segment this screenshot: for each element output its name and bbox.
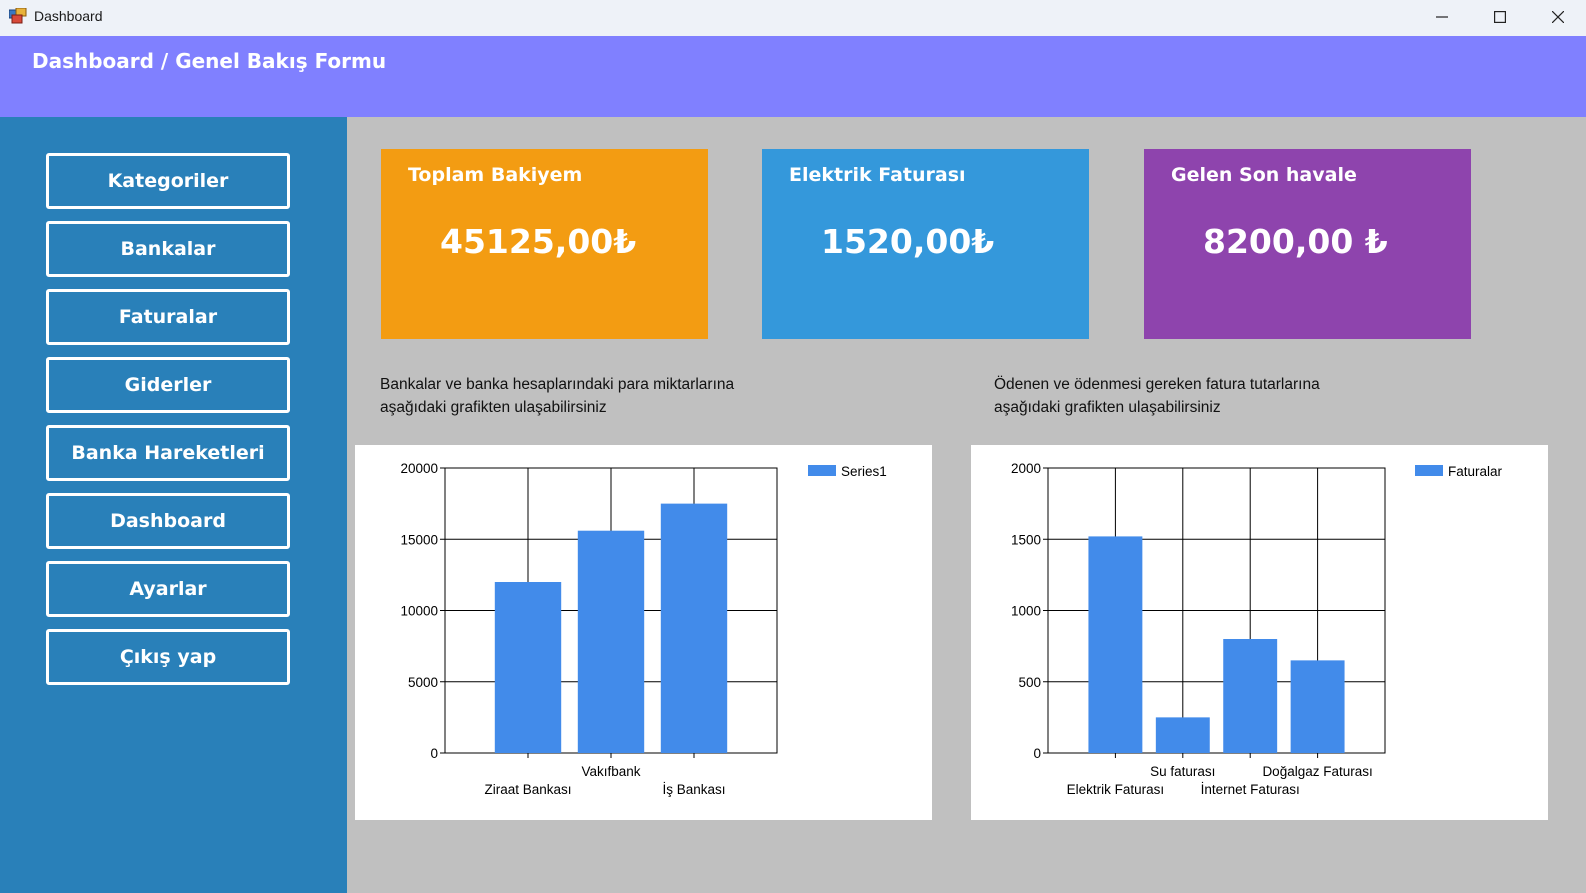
electric-bill-card: Elektrik Faturası 1520,00₺ [762, 149, 1089, 339]
minimize-button[interactable] [1413, 0, 1471, 33]
banks-description-line-2: aşağıdaki grafikten ulaşabilirsiniz [380, 399, 607, 416]
maximize-icon [1494, 10, 1506, 23]
page-header: Dashboard / Genel Bakış Formu [0, 36, 1586, 117]
bills-chart-category-label: Su faturası [1150, 764, 1215, 779]
banks-chart-bar [494, 582, 562, 753]
banks-chart-ytick-label: 20000 [400, 461, 438, 476]
maximize-button[interactable] [1471, 0, 1529, 33]
bills-chart-bar [1088, 536, 1143, 753]
balance-card: Toplam Bakiyem 45125,00₺ [381, 149, 708, 339]
sidebar-button-ayarlar[interactable]: Ayarlar [46, 561, 290, 617]
bills-chart-description: Ödenen ve ödenmesi gereken fatura tutarl… [994, 373, 1414, 419]
bills-chart-category-label: Elektrik Faturası [1067, 782, 1165, 797]
sidebar-button-kategoriler[interactable]: Kategoriler [46, 153, 290, 209]
bills-chart-ytick-label: 500 [1018, 675, 1041, 690]
bills-chart-legend-swatch [1415, 465, 1443, 476]
sidebar-button-logout[interactable]: Çıkış yap [46, 629, 290, 685]
banks-description-line-1: Bankalar ve banka hesaplarındaki para mi… [380, 376, 735, 393]
banks-chart-description: Bankalar ve banka hesaplarındaki para mi… [380, 373, 800, 419]
last-transfer-card-title: Gelen Son havale [1171, 164, 1357, 186]
app-icon [9, 8, 27, 24]
bills-chart-ytick-label: 1000 [1011, 604, 1041, 619]
bills-chart-category-label: İnternet Faturası [1201, 782, 1300, 797]
banks-chart-category-label: Ziraat Bankası [484, 782, 571, 797]
bills-chart-legend-label: Faturalar [1448, 464, 1503, 479]
electric-bill-card-value: 1520,00₺ [821, 222, 995, 261]
bills-chart: 0 500 1000 1500 2000 Elektrik Faturası Su fatu… [971, 445, 1548, 820]
bills-chart-ytick-label: 2000 [1011, 461, 1041, 476]
bills-chart-bar [1290, 660, 1345, 753]
sidebar-button-faturalar[interactable]: Faturalar [46, 289, 290, 345]
minimize-icon [1436, 15, 1448, 18]
banks-chart-category-label: Vakıfbank [581, 764, 640, 779]
last-transfer-card-value: 8200,00 ₺ [1203, 222, 1388, 261]
close-icon [1552, 10, 1564, 23]
sidebar-button-dashboard[interactable]: Dashboard [46, 493, 290, 549]
bills-chart-bar [1223, 639, 1278, 753]
sidebar-button-giderler[interactable]: Giderler [46, 357, 290, 413]
electric-bill-card-title: Elektrik Faturası [789, 164, 966, 186]
banks-chart-ytick-label: 5000 [408, 675, 438, 690]
window-title: Dashboard [34, 8, 103, 24]
banks-chart-bar [660, 503, 728, 753]
bills-chart-svg: 0 500 1000 1500 2000 Elektrik Faturası Su fatu… [1011, 461, 1503, 797]
bills-description-line-2: aşağıdaki grafikten ulaşabilirsiniz [994, 399, 1221, 416]
balance-card-value: 45125,00₺ [440, 222, 637, 261]
banks-chart-category-label: İş Bankası [662, 782, 725, 797]
bills-chart-bar [1155, 717, 1210, 753]
last-transfer-card: Gelen Son havale 8200,00 ₺ [1144, 149, 1471, 339]
banks-chart-legend-label: Series1 [841, 464, 887, 479]
main-panel: Toplam Bakiyem 45125,00₺ Elektrik Fatura… [347, 117, 1586, 893]
window-titlebar: Dashboard [0, 0, 1586, 36]
banks-chart-ytick-label: 0 [430, 746, 438, 761]
bills-description-line-1: Ödenen ve ödenmesi gereken fatura tutarl… [994, 376, 1320, 393]
sidebar-button-banka-hareketleri[interactable]: Banka Hareketleri [46, 425, 290, 481]
page-title: Dashboard / Genel Bakış Formu [32, 49, 387, 73]
banks-chart: 0 5000 10000 15000 20000 Ziraat Bankası Vakıfb… [355, 445, 932, 820]
balance-card-title: Toplam Bakiyem [408, 164, 583, 186]
banks-chart-ytick-label: 15000 [400, 532, 438, 547]
banks-chart-legend-swatch [808, 465, 836, 476]
bills-chart-category-label: Doğalgaz Faturası [1262, 764, 1372, 779]
banks-chart-ytick-label: 10000 [400, 604, 438, 619]
bills-chart-ytick-label: 0 [1033, 746, 1041, 761]
banks-chart-bar [577, 530, 645, 753]
banks-chart-svg: 0 5000 10000 15000 20000 Ziraat Bankası Vakıfb… [400, 461, 887, 797]
bills-chart-ytick-label: 1500 [1011, 532, 1041, 547]
sidebar-button-bankalar[interactable]: Bankalar [46, 221, 290, 277]
close-button[interactable] [1529, 0, 1586, 33]
sidebar: Kategoriler Bankalar Faturalar Giderler … [0, 117, 347, 893]
